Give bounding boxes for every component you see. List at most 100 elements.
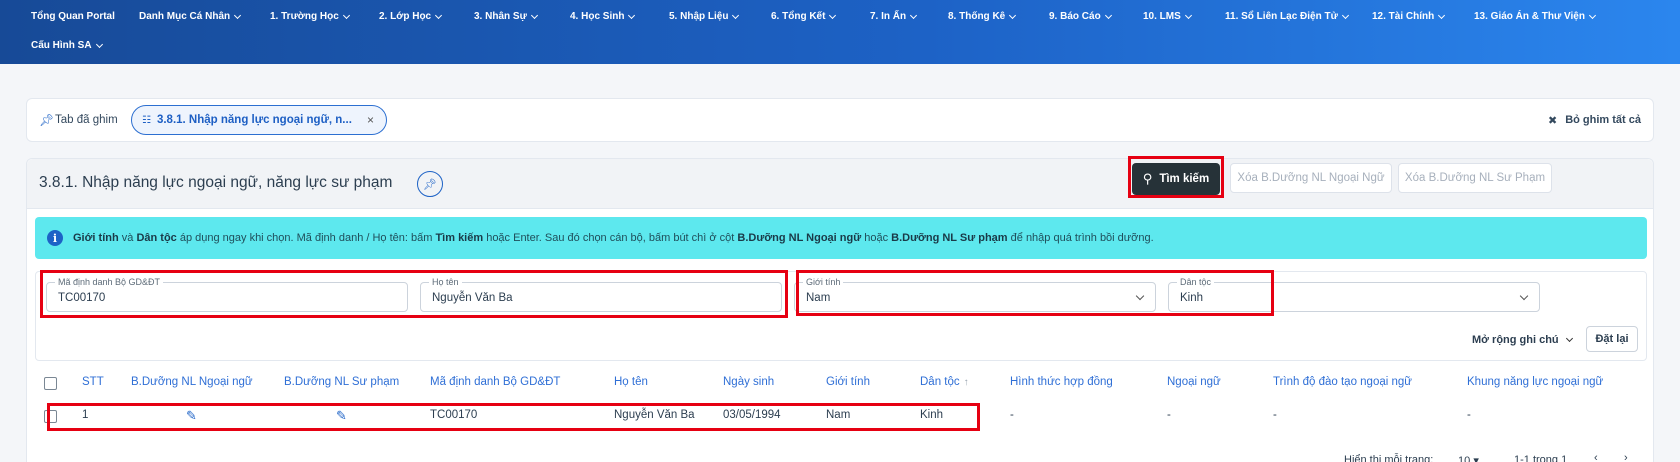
org-chart-icon: ☷ (142, 114, 151, 126)
column-header-name[interactable]: Họ tên (614, 376, 648, 388)
chevron-down-icon (1135, 291, 1145, 301)
sort-up-icon: ↑ (963, 377, 969, 388)
card-header: 3.8.1. Nhập năng lực ngoại ngữ, năng lực… (27, 156, 1653, 209)
column-header-competency-frame[interactable]: Khung năng lực ngoại ngữ (1467, 376, 1603, 388)
column-header-ethnic[interactable]: Dân tộc ↑ (920, 376, 969, 388)
chevron-down-icon (910, 11, 918, 19)
nav-item-input[interactable]: 5. Nhập Liệu (669, 11, 740, 22)
unpin-all-button[interactable]: ✖︎ Bỏ ghim tất cả (1548, 114, 1641, 127)
search-icon: ⚲ (1142, 171, 1153, 186)
info-banner: i Giới tính và Dân tộc áp dụng ngay khi … (35, 217, 1647, 259)
info-icon: i (47, 230, 63, 246)
nav-item-student[interactable]: 4. Học Sinh (570, 11, 636, 22)
chevron-down-icon (1519, 291, 1529, 301)
cell-id: TC00170 (430, 409, 478, 421)
top-navbar: Tổng Quan Portal Danh Mục Cá Nhân 1. Trư… (0, 0, 1680, 64)
select-all-checkbox[interactable] (44, 377, 57, 390)
cell-name: Nguyễn Văn Ba (614, 409, 695, 421)
column-header-gender[interactable]: Giới tính (826, 376, 870, 388)
nav-item-stats[interactable]: 8. Thống Kê (948, 11, 1017, 22)
clear-pedagogy-training-button[interactable]: Xóa B.Dưỡng NL Sư Phạm (1398, 163, 1552, 193)
cell-competency-frame: - (1467, 409, 1471, 421)
gender-select-value: Nam (806, 292, 831, 304)
column-header-pedagogy-training[interactable]: B.Dưỡng NL Sư phạm (284, 376, 399, 388)
chevron-down-icon (1565, 334, 1573, 343)
id-field-label: Mã định danh Bộ GD&ĐT (55, 277, 164, 287)
rows-per-page-label: Hiển thị mỗi trang: (1344, 454, 1434, 462)
chevron-down-icon (1184, 11, 1192, 19)
column-header-foreign-language[interactable]: Ngoại ngữ (1167, 376, 1221, 388)
pin-icon: 📌︎ (423, 178, 437, 191)
nav-item-personal[interactable]: Danh Mục Cá Nhân (139, 11, 242, 22)
edit-pedagogy-training-icon[interactable]: ✎ (336, 408, 347, 424)
chevron-down-icon (530, 11, 538, 19)
edit-language-training-icon[interactable]: ✎ (186, 408, 197, 424)
pinned-tab-label: 3.8.1. Nhập năng lực ngoại ngữ, n... (156, 114, 352, 126)
unpin-icon: ✖︎ (1547, 115, 1558, 127)
next-page-button[interactable]: › (1624, 452, 1628, 462)
nav-item-print[interactable]: 7. In Ấn (870, 11, 918, 22)
nav-item-lms[interactable]: 10. LMS (1143, 11, 1192, 22)
nav-item-contact-book[interactable]: 11. Sổ Liên Lạc Điện Tử (1225, 11, 1349, 22)
column-header-language-training[interactable]: B.Dưỡng NL Ngoại ngữ (131, 376, 253, 388)
nav-item-school[interactable]: 1. Trường Học (270, 11, 350, 22)
nav-item-summary[interactable]: 6. Tổng Kết (771, 11, 837, 22)
nav-item-library[interactable]: 13. Giáo Án & Thư Viện (1474, 11, 1597, 22)
chevron-down-icon (95, 40, 103, 48)
chevron-down-icon (1341, 11, 1349, 19)
nav-item-finance[interactable]: 12. Tài Chính (1372, 11, 1446, 22)
nav-item-class[interactable]: 2. Lớp Học (379, 11, 443, 22)
filter-panel: Mã định danh Bộ GD&ĐT TC00170 Họ tên Ngu… (35, 270, 1647, 361)
prev-page-button[interactable]: ‹ (1594, 452, 1598, 462)
gender-select[interactable]: Giới tính Nam (794, 277, 1156, 312)
column-header-contract[interactable]: Hình thức hợp đồng (1010, 376, 1113, 388)
chevron-down-icon (1009, 11, 1017, 19)
page-title: 3.8.1. Nhập năng lực ngoại ngữ, năng lực… (39, 174, 393, 191)
id-field-value: TC00170 (58, 292, 106, 304)
column-header-dob[interactable]: Ngày sinh (723, 376, 774, 388)
chevron-down-icon (1438, 11, 1446, 19)
pin-icon: 📌︎ (39, 113, 55, 127)
chevron-down-icon (628, 11, 636, 19)
ethnic-select-label: Dân tộc (1177, 277, 1215, 287)
gender-select-label: Giới tính (803, 277, 844, 287)
page-range: 1-1 trong 1 (1514, 454, 1568, 462)
cell-ethnic: Kinh (920, 409, 944, 421)
chevron-down-icon (829, 11, 837, 19)
name-field-value: Nguyễn Văn Ba (432, 292, 513, 304)
ethnic-select[interactable]: Dân tộc Kinh (1168, 277, 1540, 312)
cell-foreign-language: - (1167, 409, 1171, 421)
chevron-down-icon (732, 11, 740, 19)
column-header-stt[interactable]: STT (82, 376, 104, 388)
reset-button[interactable]: Đặt lại (1586, 326, 1638, 352)
chevron-down-icon (1104, 11, 1112, 19)
name-field[interactable]: Họ tên Nguyễn Văn Ba (420, 277, 782, 312)
cell-gender: Nam (826, 409, 851, 421)
info-text: Giới tính và Dân tộc áp dụng ngay khi ch… (73, 232, 1154, 244)
nav-item-config[interactable]: Cấu Hình SA (31, 40, 103, 51)
pin-page-button[interactable]: 📌︎ (417, 171, 443, 197)
pinned-tabs-bar: 📌︎ Tab đã ghim ☷ 3.8.1. Nhập năng lực ng… (26, 98, 1654, 142)
chevron-down-icon (234, 11, 242, 19)
row-checkbox[interactable] (44, 410, 57, 423)
chevron-down-icon (1588, 11, 1597, 19)
nav-item-staff[interactable]: 3. Nhân Sự (474, 11, 538, 22)
pinned-tab[interactable]: ☷ 3.8.1. Nhập năng lực ngoại ngữ, n... × (131, 105, 387, 135)
column-header-language-level[interactable]: Trình độ đào tạo ngoại ngữ (1273, 376, 1412, 388)
id-field[interactable]: Mã định danh Bộ GD&ĐT TC00170 (46, 277, 408, 312)
cell-stt: 1 (82, 409, 89, 421)
name-field-label: Họ tên (429, 277, 462, 287)
cell-contract: - (1010, 409, 1014, 421)
nav-item-report[interactable]: 9. Báo Cáo (1049, 11, 1112, 22)
expand-notes-button[interactable]: Mở rộng ghi chú (1472, 334, 1573, 346)
pinned-tabs-label: Tab đã ghim (55, 114, 118, 126)
nav-item-portal[interactable]: Tổng Quan Portal (31, 11, 115, 22)
cell-dob: 03/05/1994 (723, 409, 781, 421)
ethnic-select-value: Kinh (1180, 292, 1204, 304)
close-icon[interactable]: × (367, 113, 374, 127)
chevron-down-icon (342, 11, 350, 19)
rows-per-page-select[interactable]: 10 ▾ (1458, 454, 1479, 462)
search-button[interactable]: ⚲ Tìm kiếm (1132, 163, 1220, 195)
column-header-id[interactable]: Mã định danh Bộ GD&ĐT (430, 376, 560, 388)
clear-language-training-button[interactable]: Xóa B.Dưỡng NL Ngoại Ngữ (1230, 163, 1392, 193)
